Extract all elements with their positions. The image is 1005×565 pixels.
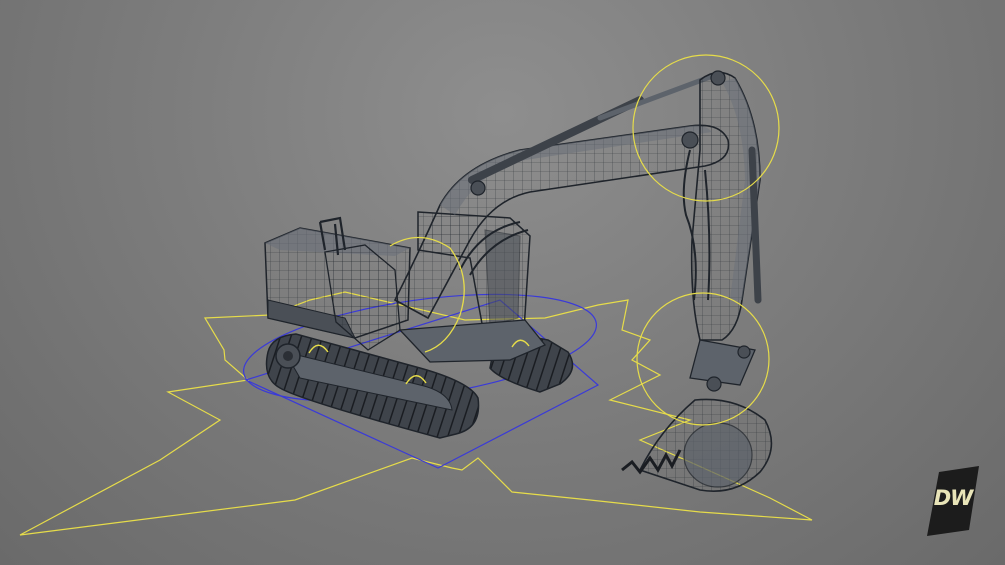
logo-text: DW xyxy=(933,486,974,510)
linkage-pin-upper xyxy=(737,345,751,359)
boom-tip-pin xyxy=(681,131,699,149)
linkage-pin xyxy=(706,376,722,392)
3d-viewport[interactable]: DW xyxy=(0,0,1005,565)
scene-canvas[interactable] xyxy=(0,0,1005,565)
drive-hub xyxy=(283,351,293,361)
arm-top-pin xyxy=(710,70,726,86)
stick-arm xyxy=(682,70,762,392)
boom-pin xyxy=(470,180,486,196)
bucket xyxy=(621,398,773,492)
cab-window xyxy=(484,229,521,326)
bucket-side xyxy=(683,422,753,488)
